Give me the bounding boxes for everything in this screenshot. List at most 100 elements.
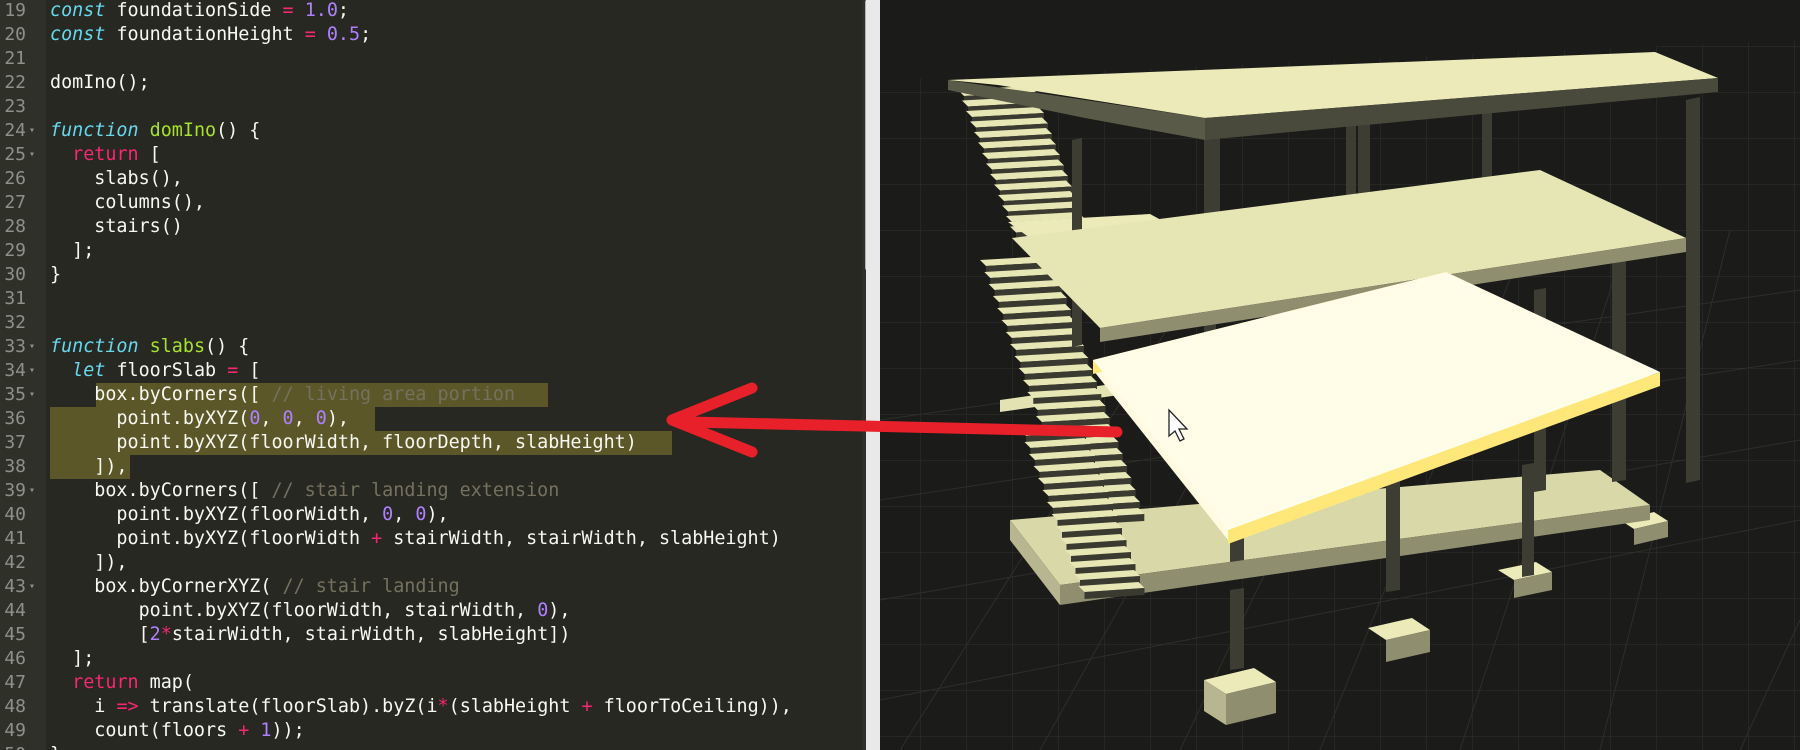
code-line[interactable]: 26 slabs(), — [0, 167, 862, 191]
code-line[interactable]: 25 ▾ return [ — [0, 143, 862, 167]
line-number: 36 — [4, 408, 26, 429]
code-editor[interactable]: 19 const foundationSide = 1.0; 20 const fou… — [0, 0, 862, 750]
code-line[interactable]: 46 ]; — [0, 647, 862, 671]
code-line[interactable]: 21 — [0, 47, 862, 71]
line-number: 42 — [4, 552, 26, 573]
line-number: 26 — [4, 168, 26, 189]
line-number: 31 — [4, 288, 26, 309]
code-text: } — [50, 743, 61, 750]
code-line[interactable]: 45 [2*stairWidth, stairWidth, slabHeight… — [0, 623, 862, 647]
code-line[interactable]: 40 point.byXYZ(floorWidth, 0, 0), — [0, 503, 862, 527]
line-number: 34 — [4, 360, 26, 381]
model-scene[interactable] — [880, 0, 1800, 750]
line-number: 44 — [4, 600, 26, 621]
line-number: 38 — [4, 456, 26, 477]
line-number: 28 — [4, 216, 26, 237]
code-line[interactable]: 50} — [0, 743, 862, 750]
line-number: 29 — [4, 240, 26, 261]
code-text: ]), — [50, 552, 128, 573]
code-text: point.byXYZ(0, 0, 0), — [50, 408, 350, 429]
code-line[interactable]: 27 columns(), — [0, 191, 862, 215]
code-text: box.byCorners([ // stair landing extensi… — [50, 480, 560, 501]
code-text: i => translate(floorSlab).byZ(i*(slabHei… — [50, 696, 792, 717]
code-text: point.byXYZ(floorWidth, 0, 0), — [50, 504, 449, 525]
code-line[interactable]: 35 ▾ box.byCorners([ // living area porti… — [0, 383, 862, 407]
line-number: 25 — [4, 144, 26, 165]
fold-toggle-icon[interactable]: ▾ — [29, 143, 35, 167]
code-text: ]), — [50, 456, 128, 477]
code-line[interactable]: 42 ]), — [0, 551, 862, 575]
fold-toggle-icon[interactable]: ▾ — [29, 359, 35, 383]
fold-toggle-icon[interactable]: ▾ — [29, 335, 35, 359]
code-line[interactable]: 22 domIno(); — [0, 71, 862, 95]
line-number: 40 — [4, 504, 26, 525]
pane-divider[interactable] — [866, 0, 880, 750]
line-number: 45 — [4, 624, 26, 645]
fold-toggle-icon[interactable]: ▾ — [29, 119, 35, 143]
code-text: point.byXYZ(floorWidth, stairWidth, 0), — [50, 600, 571, 621]
code-line[interactable]: 31 — [0, 287, 862, 311]
line-number: 35 — [4, 384, 26, 405]
code-line[interactable]: 39 ▾ box.byCorners([ // stair landing ext… — [0, 479, 862, 503]
code-text: point.byXYZ(floorWidth, floorDepth, slab… — [50, 432, 637, 453]
code-text: box.byCornerXYZ( // stair landing — [50, 576, 460, 597]
code-text: box.byCorners([ // living area portion — [50, 384, 516, 405]
code-text: } — [50, 264, 62, 285]
line-number: 49 — [4, 720, 26, 741]
code-line[interactable]: 38 ]), — [0, 455, 862, 479]
code-line[interactable]: 28 stairs() — [0, 215, 862, 239]
code-line[interactable]: 20 const foundationHeight = 0.5; — [0, 23, 862, 47]
code-line[interactable]: 44 point.byXYZ(floorWidth, stairWidth, 0… — [0, 599, 862, 623]
code-line[interactable]: 41 point.byXYZ(floorWidth + stairWidth, … — [0, 527, 862, 551]
line-number: 48 — [4, 696, 26, 717]
code-text: count(floors + 1)); — [50, 720, 305, 741]
code-line[interactable]: 49 count(floors + 1)); — [0, 719, 862, 743]
code-line[interactable]: 36 point.byXYZ(0, 0, 0), — [0, 407, 862, 431]
fold-toggle-icon[interactable]: ▾ — [29, 383, 35, 407]
code-text: domIno(); — [50, 72, 150, 93]
line-number: 30 — [4, 264, 26, 285]
line-number: 43 — [4, 576, 26, 597]
code-line[interactable]: 37 point.byXYZ(floorWidth, floorDepth, s… — [0, 431, 862, 455]
code-text: stairs() — [50, 216, 183, 237]
line-number: 24 — [4, 120, 26, 141]
code-text: function domIno() { — [50, 120, 261, 141]
line-number: 23 — [4, 96, 26, 117]
line-number: 20 — [4, 24, 26, 45]
code-line[interactable]: 33 ▾ function slabs() { — [0, 335, 862, 359]
code-text: return map( — [72, 672, 194, 693]
line-number: 46 — [4, 648, 26, 669]
code-line[interactable]: 43 ▾ box.byCornerXYZ( // stair landing — [0, 575, 862, 599]
3d-viewport[interactable] — [880, 0, 1800, 750]
code-line[interactable]: 30} — [0, 263, 862, 287]
line-number: 50 — [0, 743, 26, 750]
code-text: columns(), — [50, 192, 206, 213]
code-line[interactable]: 24 ▾ function domIno() { — [0, 119, 862, 143]
line-number: 37 — [4, 432, 26, 453]
code-text: ]; — [50, 648, 95, 669]
code-line[interactable]: 32 — [0, 311, 862, 335]
code-text: const foundationHeight = 0.5; — [50, 24, 372, 45]
code-line[interactable]: 48 i => translate(floorSlab).byZ(i*(slab… — [0, 695, 862, 719]
code-text: slabs(), — [50, 168, 183, 189]
code-line[interactable]: 29 ]; — [0, 239, 862, 263]
code-text: function slabs() { — [50, 336, 250, 357]
line-number: 21 — [4, 48, 26, 69]
code-line[interactable]: 19 const foundationSide = 1.0; — [0, 0, 862, 23]
code-text: point.byXYZ(floorWidth + stairWidth, sta… — [50, 528, 781, 549]
code-text: return [ — [72, 144, 161, 165]
fold-toggle-icon[interactable]: ▾ — [29, 575, 35, 599]
line-number: 39 — [4, 480, 26, 501]
line-number: 47 — [4, 672, 26, 693]
code-line[interactable]: 47 return map( — [0, 671, 862, 695]
line-number: 27 — [4, 192, 26, 213]
line-number: 32 — [4, 312, 26, 333]
code-text: [2*stairWidth, stairWidth, slabHeight]) — [50, 624, 571, 645]
code-text: let floorSlab = [ — [72, 360, 261, 381]
fold-toggle-icon[interactable]: ▾ — [29, 479, 35, 503]
code-text: const foundationSide = 1.0; — [50, 0, 349, 21]
code-line[interactable]: 23 — [0, 95, 862, 119]
line-number: 41 — [4, 528, 26, 549]
code-line[interactable]: 34 ▾ let floorSlab = [ — [0, 359, 862, 383]
line-number: 19 — [4, 0, 26, 21]
